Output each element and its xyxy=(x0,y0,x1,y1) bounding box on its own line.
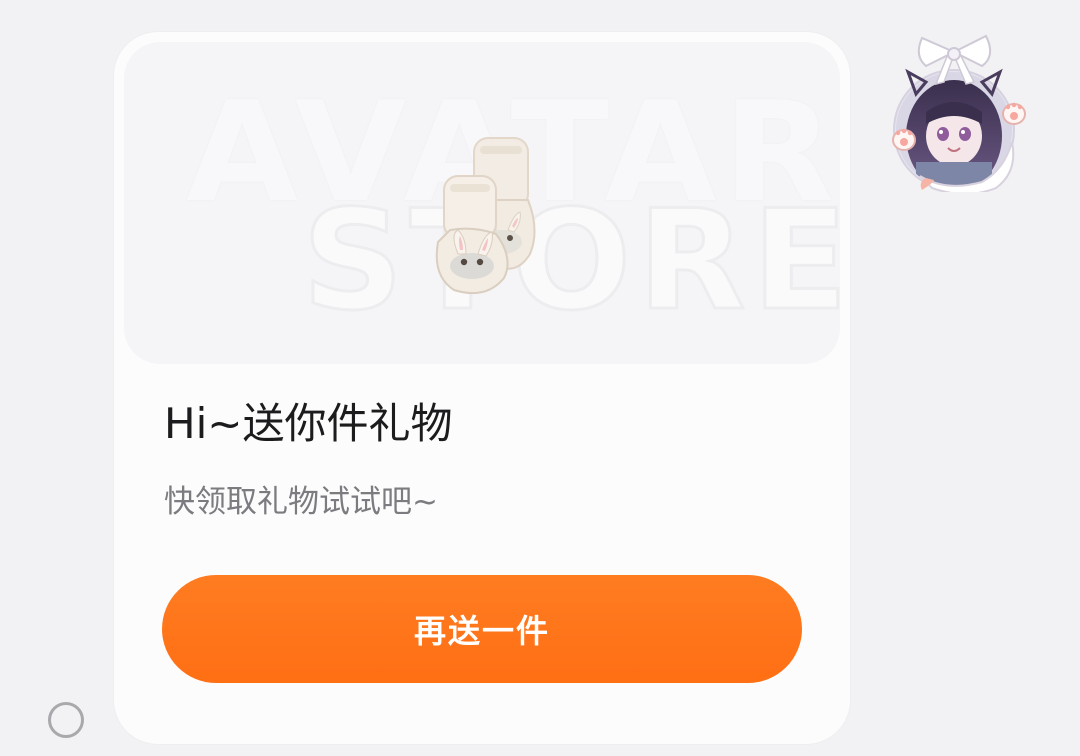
bunny-slippers-image xyxy=(435,137,536,294)
watermark-store: STORE xyxy=(300,180,840,341)
gift-title: Hi~送你件礼物 xyxy=(164,399,453,448)
selection-radio[interactable] xyxy=(48,702,84,738)
send-another-button[interactable]: 再送一件 xyxy=(162,575,802,683)
user-avatar[interactable] xyxy=(886,32,1034,192)
gift-card: AVATAR STORE xyxy=(114,32,850,744)
avatar-store-banner: AVATAR STORE xyxy=(124,42,840,364)
gift-subtitle: 快领取礼物试试吧~ xyxy=(164,484,438,520)
